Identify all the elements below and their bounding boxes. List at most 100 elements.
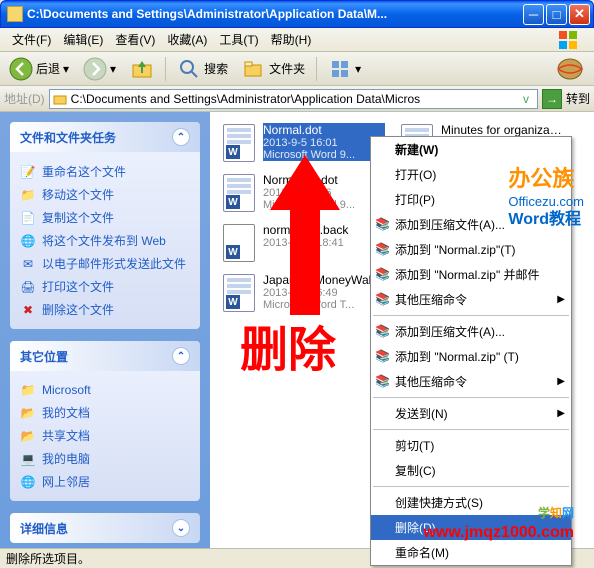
file-type-icon	[221, 123, 257, 163]
ctx-cut[interactable]: 剪切(T)	[371, 433, 571, 458]
submenu-icon: ▶	[557, 408, 565, 419]
context-menu: 新建(W) 打开(O) 打印(P) 📚添加到压缩文件(A)... 📚添加到 "N…	[370, 136, 572, 566]
file-date: 2013-9-5 9:16	[263, 187, 385, 199]
file-item[interactable]: JapaneseMoneyWal... 2013-9-4 16:49 Micro…	[218, 270, 388, 316]
menu-view[interactable]: 查看(V)	[109, 28, 161, 51]
ctx-sendto[interactable]: 发送到(N)▶	[371, 401, 571, 426]
ctx-zip-normal2[interactable]: 📚添加到 "Normal.zip" (T)	[371, 344, 571, 369]
folders-button[interactable]: 文件夹	[237, 54, 310, 84]
address-bar: 地址(D) C:\Documents and Settings\Administ…	[0, 86, 594, 112]
status-text: 删除所选项目。	[6, 550, 90, 567]
ctx-new[interactable]: 新建(W)	[371, 137, 571, 162]
web-icon: 🌐	[20, 233, 36, 249]
place-mycomputer[interactable]: 💻我的电脑	[20, 447, 190, 470]
submenu-icon: ▶	[557, 376, 565, 387]
search-button[interactable]: 搜索	[172, 54, 233, 84]
back-button[interactable]: 后退 ▾	[4, 54, 74, 84]
move-icon: 📁	[20, 187, 36, 203]
place-shared[interactable]: 📂共享文档	[20, 424, 190, 447]
file-item[interactable]: Normal0ld.dot 2013-9-5 9:16 Microsoft Wo…	[218, 170, 388, 216]
expand-icon: ⌄	[172, 519, 190, 537]
go-label[interactable]: 转到	[566, 90, 590, 107]
menu-edit[interactable]: 编辑(E)	[57, 28, 109, 51]
back-icon	[9, 57, 33, 81]
ctx-shortcut[interactable]: 创建快捷方式(S)	[371, 490, 571, 515]
forward-icon	[83, 57, 107, 81]
task-email[interactable]: ✉以电子邮件形式发送此文件	[20, 252, 190, 275]
file-date: 2013-9-4 16:49	[263, 287, 385, 299]
file-app: Microsoft Word T...	[263, 299, 385, 311]
menu-file[interactable]: 文件(F)	[6, 28, 57, 51]
file-type-icon	[221, 273, 257, 313]
ctx-delete[interactable]: 删除(D)	[371, 515, 571, 540]
views-button[interactable]: ▾	[323, 54, 366, 84]
place-mydocs[interactable]: 📂我的文档	[20, 401, 190, 424]
menu-help[interactable]: 帮助(H)	[265, 28, 318, 51]
ctx-zip-mail[interactable]: 📚添加到 "Normal.zip" 并邮件	[371, 262, 571, 287]
copy-icon: 📄	[20, 210, 36, 226]
up-folder-icon	[130, 57, 154, 81]
email-icon: ✉	[20, 256, 36, 272]
ctx-rename[interactable]: 重命名(M)	[371, 540, 571, 565]
archive-icon: 📚	[375, 324, 391, 340]
task-header[interactable]: 文件和文件夹任务 ⌃	[10, 122, 200, 152]
ctx-zip-other2[interactable]: 📚其他压缩命令▶	[371, 369, 571, 394]
task-move[interactable]: 📁移动这个文件	[20, 183, 190, 206]
rename-icon: 📝	[20, 164, 36, 180]
collapse-icon: ⌃	[172, 347, 190, 365]
task-header[interactable]: 其它位置 ⌃	[10, 341, 200, 371]
file-type-icon	[221, 223, 257, 263]
file-name: normal.dot.back	[263, 223, 385, 237]
titlebar: C:\Documents and Settings\Administrator\…	[0, 0, 594, 28]
address-text: C:\Documents and Settings\Administrator\…	[71, 92, 514, 106]
window-title: C:\Documents and Settings\Administrator\…	[27, 7, 523, 21]
ctx-copy[interactable]: 复制(C)	[371, 458, 571, 483]
computer-icon: 💻	[20, 451, 36, 467]
up-button[interactable]	[125, 54, 159, 84]
ctx-open[interactable]: 打开(O)	[371, 162, 571, 187]
throbber-icon	[550, 55, 590, 83]
views-icon	[328, 57, 352, 81]
ctx-zip-add[interactable]: 📚添加到压缩文件(A)...	[371, 212, 571, 237]
file-type-icon	[221, 173, 257, 213]
ctx-zip-normal[interactable]: 📚添加到 "Normal.zip"(T)	[371, 237, 571, 262]
archive-icon: 📚	[375, 217, 391, 233]
task-copy[interactable]: 📄复制这个文件	[20, 206, 190, 229]
place-microsoft[interactable]: 📁Microsoft	[20, 379, 190, 401]
dropdown-icon: ▾	[355, 62, 361, 76]
place-network[interactable]: 🌐网上邻居	[20, 470, 190, 493]
file-item[interactable]: normal.dot.back 2013-6-27 18:41	[218, 220, 388, 266]
go-button[interactable]: →	[542, 89, 562, 109]
task-rename[interactable]: 📝重命名这个文件	[20, 160, 190, 183]
address-field[interactable]: C:\Documents and Settings\Administrator\…	[49, 89, 538, 109]
file-date: 2013-9-5 16:01	[263, 137, 385, 149]
task-header[interactable]: 详细信息 ⌄	[10, 513, 200, 543]
address-dropdown-icon[interactable]: v	[518, 92, 534, 106]
search-icon	[177, 57, 201, 81]
task-publish[interactable]: 🌐将这个文件发布到 Web	[20, 229, 190, 252]
task-print[interactable]: 🖨打印这个文件	[20, 275, 190, 298]
maximize-button[interactable]: □	[546, 4, 567, 25]
ctx-zip-other[interactable]: 📚其他压缩命令▶	[371, 287, 571, 312]
ctx-print[interactable]: 打印(P)	[371, 187, 571, 212]
dropdown-icon: ▾	[110, 62, 116, 76]
close-button[interactable]: ✕	[569, 4, 590, 25]
menu-fav[interactable]: 收藏(A)	[161, 28, 213, 51]
network-icon: 🌐	[20, 474, 36, 490]
task-delete[interactable]: ✖删除这个文件	[20, 298, 190, 321]
docs-icon: 📂	[20, 405, 36, 421]
forward-button[interactable]: ▾	[78, 54, 121, 84]
ctx-zip-add2[interactable]: 📚添加到压缩文件(A)...	[371, 319, 571, 344]
collapse-icon: ⌃	[172, 128, 190, 146]
file-name: Normal0ld.dot	[263, 173, 385, 187]
folder-icon	[53, 92, 67, 106]
minimize-button[interactable]: ─	[523, 4, 544, 25]
task-group-other-places: 其它位置 ⌃ 📁Microsoft 📂我的文档 📂共享文档 💻我的电脑 🌐网上邻…	[10, 341, 200, 501]
folder-icon	[7, 6, 23, 22]
file-name: JapaneseMoneyWal...	[263, 273, 385, 287]
dropdown-icon: ▾	[63, 62, 69, 76]
menu-tools[interactable]: 工具(T)	[213, 28, 264, 51]
folders-icon	[242, 57, 266, 81]
print-icon: 🖨	[20, 279, 36, 295]
file-item[interactable]: Normal.dot 2013-9-5 16:01 Microsoft Word…	[218, 120, 388, 166]
